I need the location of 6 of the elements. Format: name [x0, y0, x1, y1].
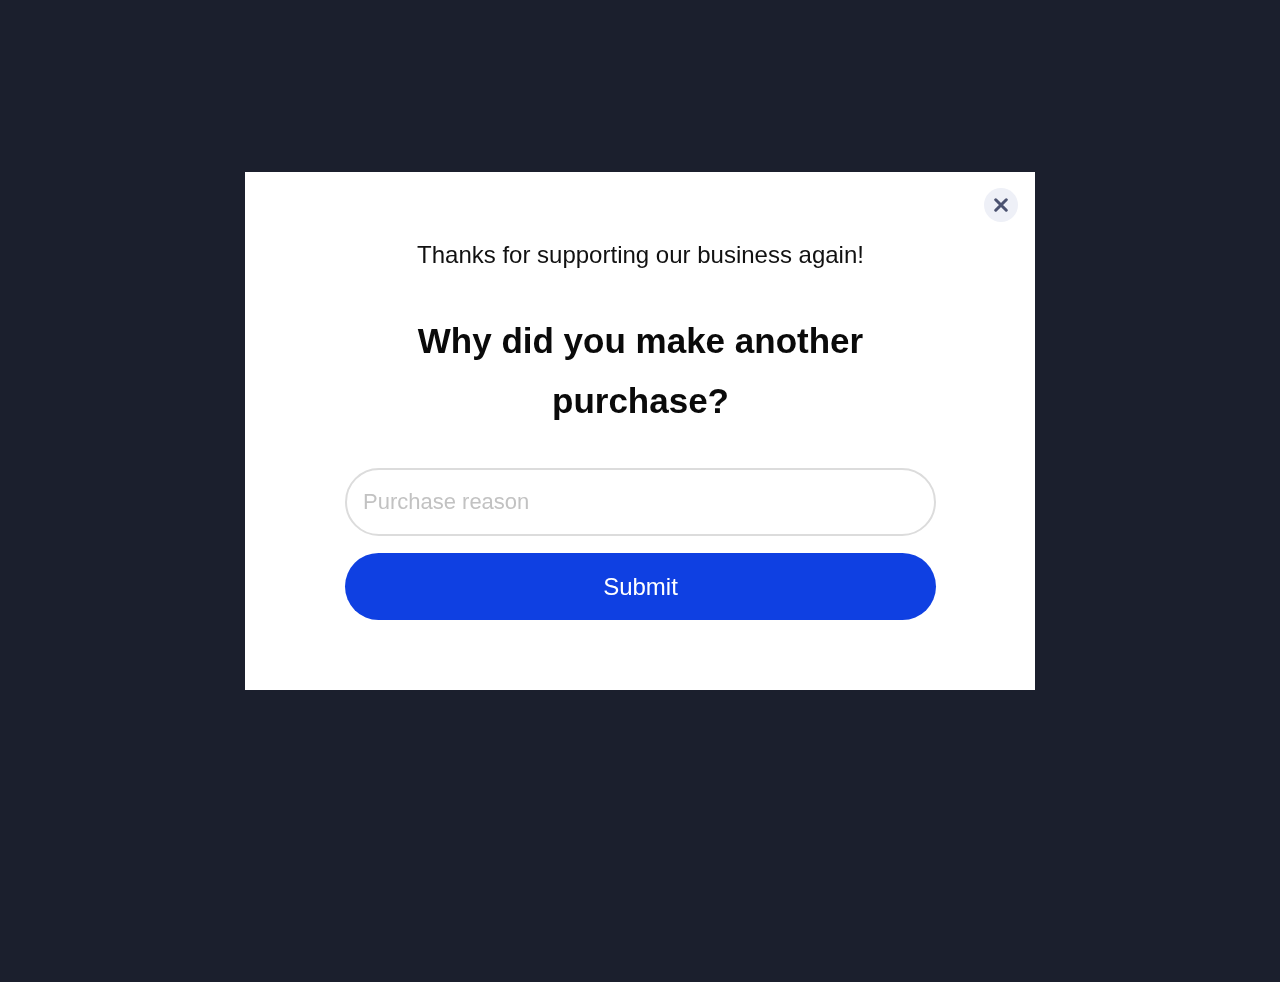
- dialog-subtitle: Thanks for supporting our business again!: [417, 240, 864, 270]
- dialog-heading: Why did you make another purchase?: [416, 320, 865, 422]
- close-icon: [994, 198, 1008, 212]
- submit-button[interactable]: Submit: [345, 553, 936, 620]
- close-button[interactable]: [984, 188, 1018, 222]
- purchase-reason-input[interactable]: Purchase reason: [345, 468, 936, 536]
